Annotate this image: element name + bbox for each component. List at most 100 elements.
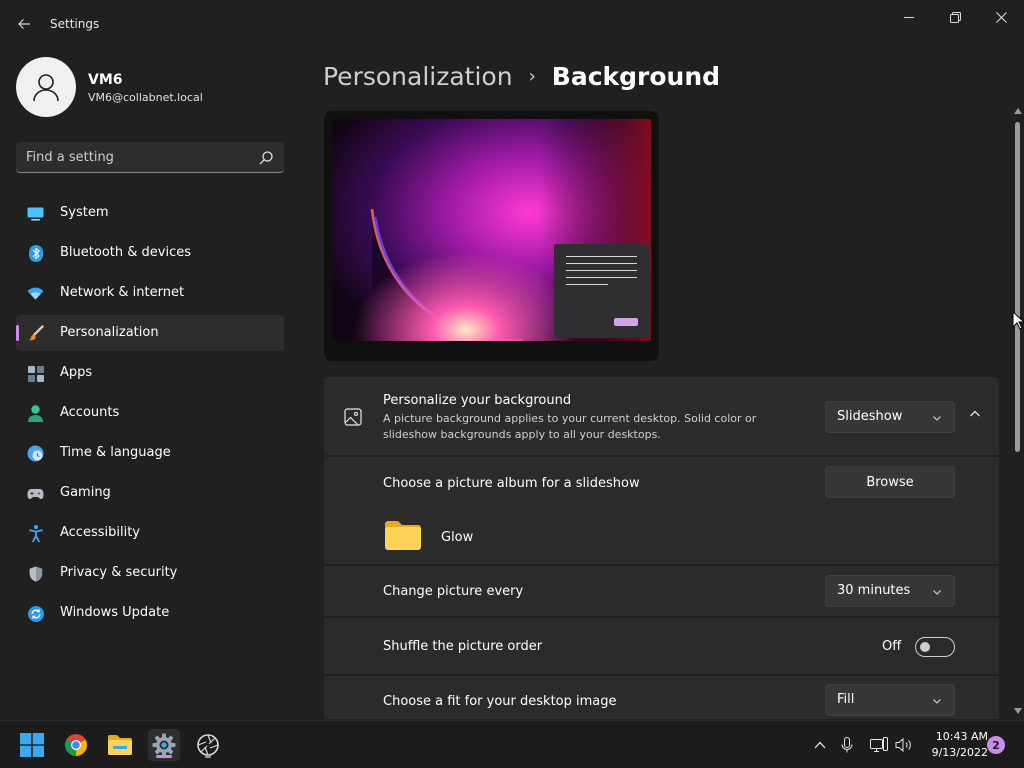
sidebar-item-personalization[interactable]: Personalization: [16, 315, 284, 351]
clock-globe-icon: [27, 445, 44, 462]
sidebar-item-label: Network & internet: [60, 285, 185, 300]
app-title: Settings: [50, 17, 100, 31]
person-icon: [33, 74, 59, 102]
sidebar-item-label: Gaming: [60, 485, 111, 500]
active-app-indicator: [156, 755, 172, 758]
shuffle-label: Shuffle the picture order: [383, 639, 543, 654]
back-button[interactable]: [10, 10, 38, 38]
taskbar-chrome[interactable]: [60, 729, 92, 761]
toggle-knob: [920, 642, 930, 652]
start-button[interactable]: [16, 729, 48, 761]
search-box[interactable]: [16, 142, 284, 173]
content-scrollbar[interactable]: [1011, 106, 1024, 718]
slideshow-album-label: Choose a picture album for a slideshow: [383, 476, 640, 491]
search-icon[interactable]: [258, 150, 274, 166]
scroll-down-icon[interactable]: [1014, 708, 1022, 714]
change-interval-dropdown[interactable]: 30 minutes: [825, 575, 955, 607]
tray-microphone[interactable]: [838, 736, 856, 754]
personalize-background-card: Personalize your background A picture ba…: [324, 377, 999, 455]
sidebar-item-accounts[interactable]: Accounts: [16, 395, 284, 431]
gamepad-icon: [27, 485, 44, 502]
sidebar-item-label: Accounts: [60, 405, 120, 420]
sidebar-item-label: System: [60, 205, 109, 220]
user-name: VM6: [88, 72, 123, 88]
image-icon: [344, 408, 362, 426]
windows-logo-icon: [20, 733, 44, 757]
sidebar-item-label: Time & language: [60, 445, 171, 460]
sidebar-item-bluetooth[interactable]: Bluetooth & devices: [16, 235, 284, 271]
accessibility-icon: [27, 525, 44, 542]
close-button[interactable]: [978, 4, 1024, 30]
personalize-background-title: Personalize your background: [383, 393, 572, 408]
restore-button[interactable]: [932, 4, 978, 30]
taskbar-app[interactable]: [192, 729, 224, 761]
sidebar-item-privacy-security[interactable]: Privacy & security: [16, 555, 284, 591]
back-arrow-icon: [18, 19, 30, 29]
change-interval-card: Change picture every 30 minutes: [324, 566, 999, 616]
change-interval-label: Change picture every: [383, 584, 524, 599]
sidebar-item-time-language[interactable]: Time & language: [16, 435, 284, 471]
background-settings: Personalize your background A picture ba…: [324, 377, 999, 719]
wallpaper-preview-image: [332, 119, 651, 341]
scroll-up-icon[interactable]: [1014, 108, 1022, 114]
notification-badge[interactable]: 2: [987, 736, 1005, 754]
personalize-background-description: A picture background applies to your cur…: [383, 412, 757, 441]
chevron-up-icon: [814, 741, 826, 749]
avatar[interactable]: [16, 57, 76, 117]
browse-button[interactable]: Browse: [825, 466, 955, 498]
mouse-cursor-icon: [1012, 311, 1024, 330]
image-fit-value: Fill: [837, 692, 855, 707]
tray-overflow-button[interactable]: [811, 736, 829, 754]
taskbar-settings[interactable]: [148, 729, 180, 761]
sidebar-item-gaming[interactable]: Gaming: [16, 475, 284, 511]
paintbrush-icon: [27, 325, 44, 342]
sidebar-item-apps[interactable]: Apps: [16, 355, 284, 391]
gear-icon: [152, 733, 176, 757]
chevron-down-icon: [933, 699, 941, 704]
background-type-dropdown[interactable]: Slideshow: [825, 401, 955, 433]
file-explorer-icon: [108, 735, 132, 755]
sidebar-item-accessibility[interactable]: Accessibility: [16, 515, 284, 551]
chevron-up-icon: [970, 410, 980, 417]
taskbar-file-explorer[interactable]: [104, 729, 136, 761]
clock-time: 10:43 AM: [935, 730, 988, 743]
user-email: VM6@collabnet.local: [88, 91, 203, 104]
preview-mock-window: [554, 244, 649, 338]
search-input[interactable]: [26, 148, 251, 167]
chevron-down-icon: [933, 416, 941, 421]
bluetooth-icon: [27, 245, 44, 262]
image-fit-dropdown[interactable]: Fill: [825, 684, 955, 716]
tray-network[interactable]: [870, 736, 888, 754]
minimize-button[interactable]: [886, 4, 932, 30]
running-app-indicator: [205, 755, 211, 758]
chrome-icon: [65, 734, 87, 756]
image-fit-card: Choose a fit for your desktop image Fill: [324, 676, 999, 719]
background-type-value: Slideshow: [837, 409, 903, 424]
restore-icon: [949, 11, 961, 23]
sidebar-item-windows-update[interactable]: Windows Update: [16, 595, 284, 631]
accounts-person-icon: [27, 405, 44, 422]
breadcrumb-parent[interactable]: Personalization: [323, 62, 513, 91]
page-title: Background: [551, 61, 721, 91]
update-icon: [27, 605, 44, 622]
aperture-icon: [197, 734, 219, 756]
sidebar-item-network[interactable]: Network & internet: [16, 275, 284, 311]
microphone-icon: [841, 737, 853, 753]
sidebar-item-system[interactable]: System: [16, 195, 284, 231]
chevron-down-icon: [933, 590, 941, 595]
tray-volume[interactable]: [895, 736, 913, 754]
sidebar-item-label: Privacy & security: [60, 565, 178, 580]
album-folder-name[interactable]: Glow: [441, 530, 473, 545]
shuffle-toggle[interactable]: [915, 637, 955, 657]
wifi-icon: [27, 285, 44, 302]
scroll-thumb[interactable]: [1015, 122, 1020, 452]
taskbar: 10:43 AM 9/13/2022 2: [0, 720, 1024, 768]
clock-date: 9/13/2022: [931, 746, 988, 759]
close-icon: [995, 11, 1007, 23]
shuffle-state-label: Off: [882, 639, 902, 654]
system-monitor-icon: [27, 205, 44, 222]
speaker-icon: [895, 738, 911, 752]
sidebar-nav: System Bluetooth & devices Network & int…: [16, 195, 284, 635]
taskbar-clock[interactable]: 10:43 AM 9/13/2022: [918, 729, 988, 761]
collapse-button[interactable]: [962, 401, 988, 427]
